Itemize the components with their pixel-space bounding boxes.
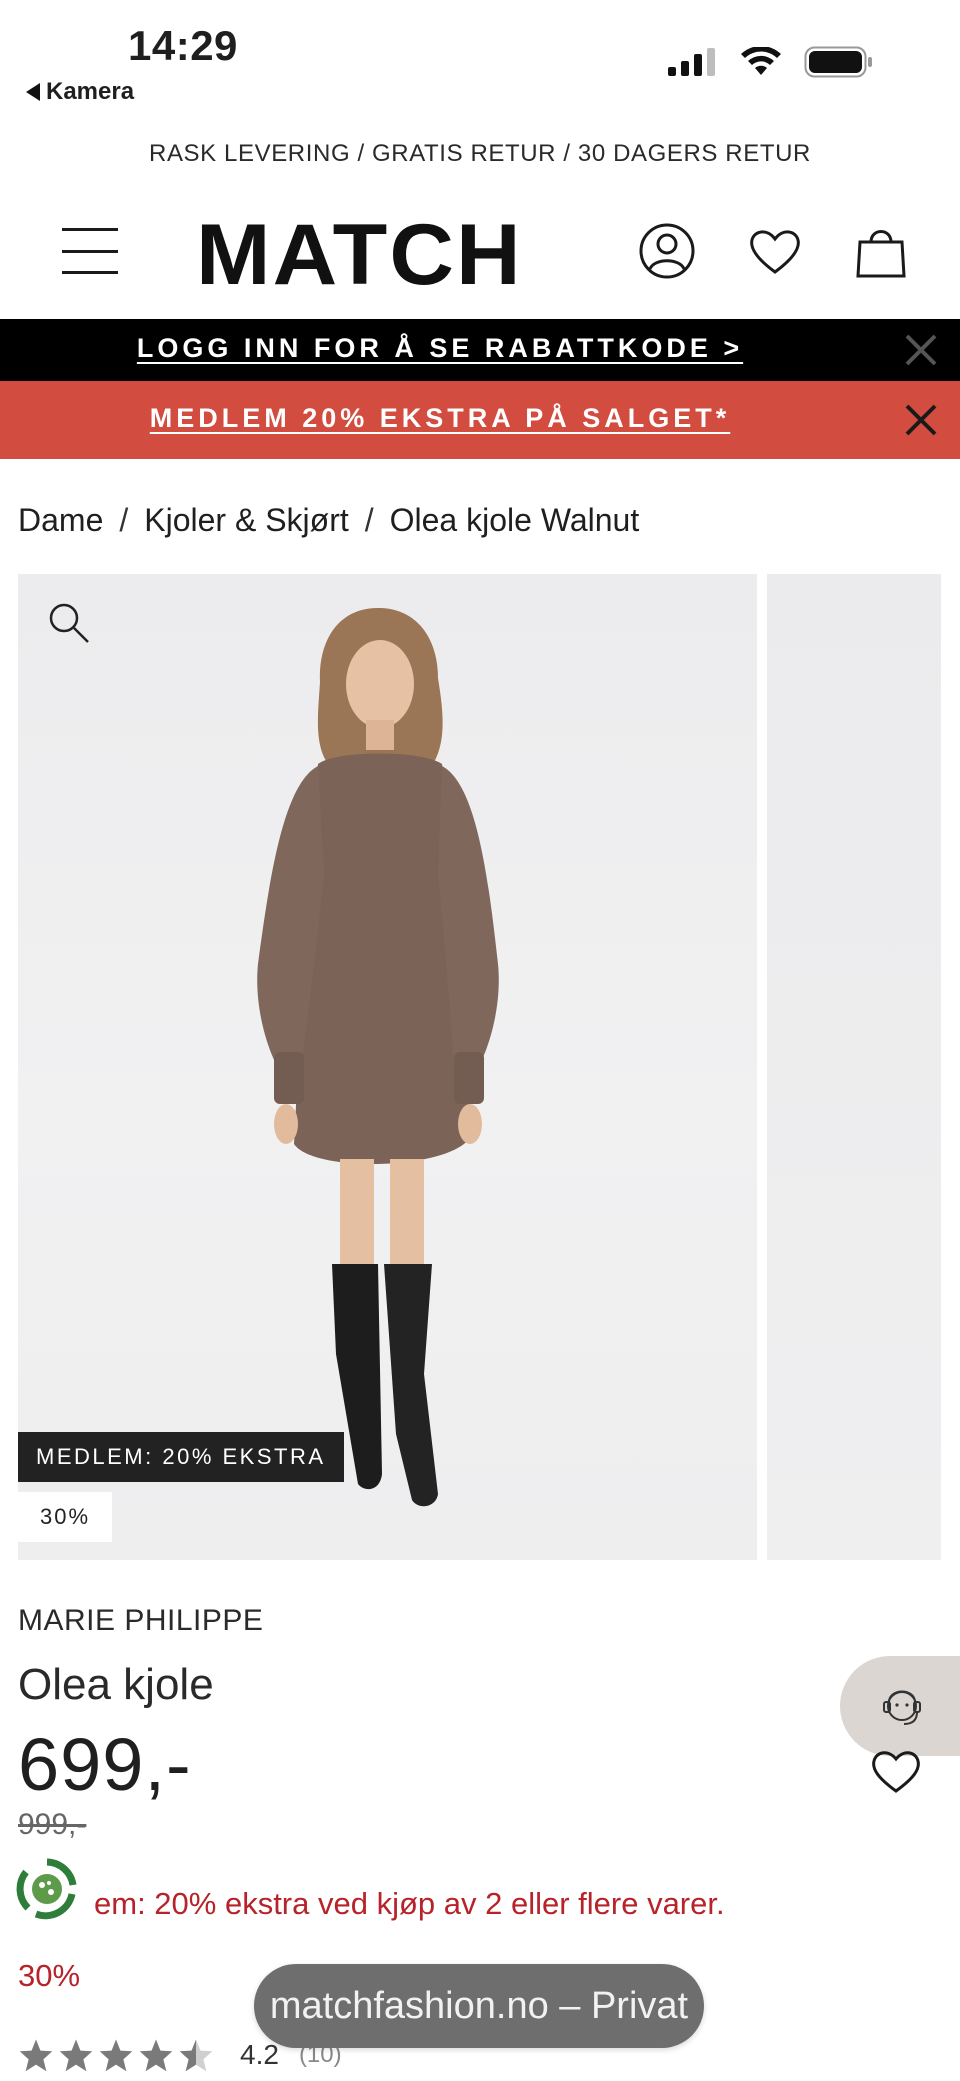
site-header: MATCH [0, 200, 960, 320]
product-old-price: 999,- [18, 1808, 87, 1841]
close-icon[interactable] [902, 401, 940, 439]
breadcrumb: Dame / Kjoler & Skjørt / Olea kjole Waln… [18, 502, 639, 539]
status-bar: 14:29 Kamera [0, 0, 960, 118]
menu-icon-line [62, 271, 118, 274]
star-half-icon [179, 2039, 213, 2072]
rating-stars [18, 2038, 214, 2072]
rating-value: 4.2 [240, 2039, 279, 2070]
discount-percent-text: 30% [18, 1958, 81, 1993]
breadcrumb-item-dame[interactable]: Dame [18, 502, 103, 539]
product-image-main[interactable]: MEDLEM: 20% EKSTRA 30% [18, 574, 757, 1560]
heart-icon[interactable] [746, 222, 804, 280]
menu-icon-line [62, 228, 118, 231]
back-to-app-link[interactable]: Kamera [26, 78, 134, 106]
star-icon [19, 2039, 53, 2072]
star-icon [139, 2039, 173, 2072]
status-icons [668, 46, 874, 78]
signal-icon [668, 48, 715, 76]
zoom-icon[interactable] [46, 600, 92, 646]
back-app-label: Kamera [46, 78, 135, 105]
menu-button[interactable] [62, 228, 118, 274]
member-sale-banner: MEDLEM 20% EKSTRA PÅ SALGET* [0, 381, 960, 459]
battery-icon [804, 46, 872, 78]
product-brand[interactable]: MARIE PHILIPPE [18, 1604, 263, 1638]
menu-icon-line [62, 249, 118, 253]
status-time: 14:29 [128, 22, 238, 69]
star-icon [59, 2039, 93, 2072]
shipping-promo-text: RASK LEVERING / GRATIS RETUR / 30 DAGERS… [149, 140, 811, 167]
member-sale-link[interactable]: MEDLEM 20% EKSTRA PÅ SALGET* [0, 403, 880, 434]
product-image-next[interactable] [767, 574, 941, 1560]
discount-percent-badge: 30% [18, 1492, 112, 1542]
login-discount-banner: LOGG INN FOR Å SE RABATTKODE > [0, 319, 960, 381]
close-icon[interactable] [902, 331, 940, 369]
member-offer-text: em: 20% ekstra ved kjøp av 2 eller flere… [94, 1886, 725, 1921]
breadcrumb-separator: / [119, 502, 129, 538]
site-logo[interactable]: MATCH [196, 206, 523, 305]
account-icon[interactable] [638, 222, 696, 280]
support-agent-icon [883, 1690, 921, 1725]
star-icon [99, 2039, 133, 2072]
back-triangle-icon [26, 83, 40, 101]
shopping-bag-icon[interactable] [852, 222, 910, 280]
add-to-wishlist-heart-icon[interactable] [868, 1744, 924, 1796]
breadcrumb-item-current: Olea kjole Walnut [389, 502, 640, 538]
product-title: Olea kjole [18, 1660, 214, 1709]
wifi-icon [741, 47, 781, 75]
login-discount-link[interactable]: LOGG INN FOR Å SE RABATTKODE > [0, 333, 880, 364]
member-discount-badge: MEDLEM: 20% EKSTRA [18, 1432, 344, 1482]
breadcrumb-separator: / [364, 502, 374, 538]
browser-url-pill[interactable]: matchfashion.no – Privat [254, 1964, 704, 2048]
product-photo-model [257, 608, 499, 1507]
breadcrumb-item-category[interactable]: Kjoler & Skjørt [144, 502, 348, 539]
product-price: 699,- [18, 1723, 192, 1806]
customer-service-chat-button[interactable] [840, 1656, 960, 1756]
sustainability-icon [16, 1858, 77, 1920]
